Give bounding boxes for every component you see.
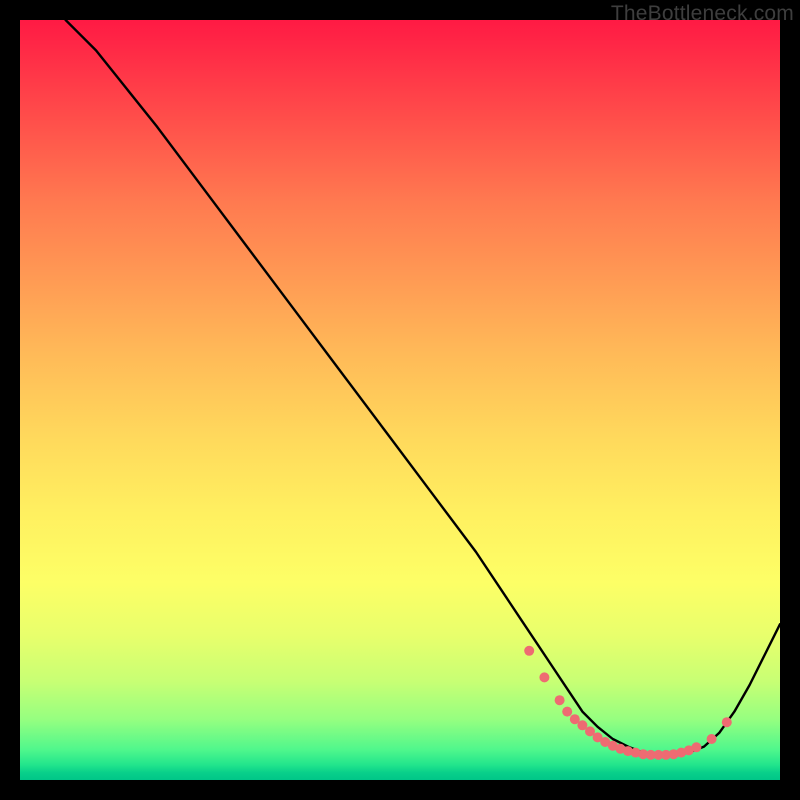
trough-dot <box>562 707 572 717</box>
watermark-text: TheBottleneck.com <box>611 2 794 26</box>
bottleneck-curve <box>66 20 780 755</box>
trough-dot <box>707 734 717 744</box>
trough-dot <box>524 646 534 656</box>
trough-dot <box>539 672 549 682</box>
trough-dot <box>691 742 701 752</box>
curve-layer <box>20 20 780 780</box>
trough-dot <box>555 695 565 705</box>
trough-dots <box>524 646 732 760</box>
chart-frame <box>20 20 780 780</box>
plot-area <box>20 20 780 780</box>
trough-dot <box>722 717 732 727</box>
